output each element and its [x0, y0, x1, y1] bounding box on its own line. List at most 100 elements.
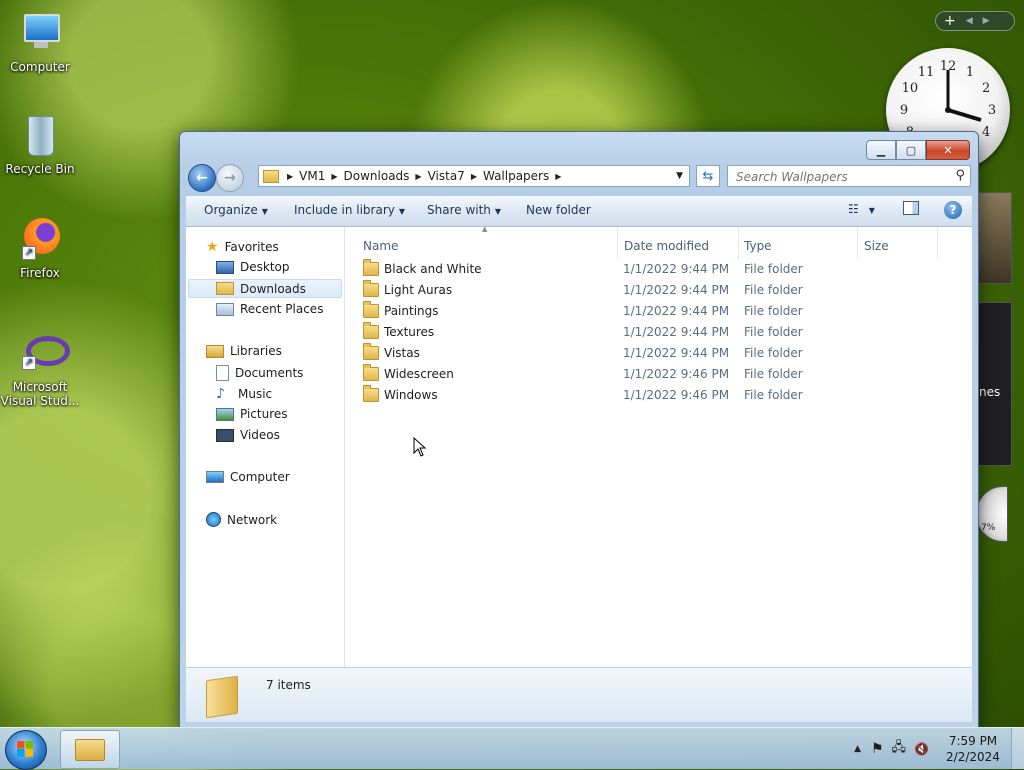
clock-time: 7:59 PM	[948, 733, 998, 748]
meter-gadget-text: 7%	[981, 523, 996, 533]
nav-computer[interactable]: Computer	[206, 470, 290, 484]
meter-gadget[interactable]: 7%	[976, 486, 1008, 542]
folder-icon	[363, 322, 379, 339]
column-header-type[interactable]: Type	[744, 239, 772, 253]
recycle-bin-icon	[16, 112, 64, 160]
breadcrumb-separator-icon[interactable]: ▶	[469, 172, 479, 181]
column-header-date-modified[interactable]: Date modified	[624, 239, 709, 253]
breadcrumb-separator-icon[interactable]: ▶	[285, 172, 295, 181]
feed-gadget[interactable]: nes	[976, 302, 1012, 466]
file-row[interactable]: Textures 1/1/2022 9:44 PM File folder	[363, 321, 963, 342]
address-bar[interactable]: ▶ VM1 ▶ Downloads ▶ Vista7 ▶ Wallpapers …	[258, 165, 690, 187]
videos-icon	[216, 428, 234, 442]
file-date: 1/1/2022 9:46 PM	[623, 367, 730, 381]
file-row[interactable]: Paintings 1/1/2022 9:44 PM File folder	[363, 300, 963, 321]
chevron-down-icon: ▼	[398, 207, 406, 216]
nav-libraries[interactable]: Libraries	[206, 344, 282, 358]
recent-places-icon	[216, 302, 234, 316]
file-row[interactable]: Vistas 1/1/2022 9:44 PM File folder	[363, 342, 963, 363]
folder-icon	[363, 301, 379, 318]
preview-pane-button[interactable]	[903, 201, 919, 218]
folder-icon	[363, 259, 379, 276]
breadcrumb-separator-icon[interactable]: ▶	[329, 172, 339, 181]
change-view-button[interactable]: ☷ ▼	[848, 202, 875, 216]
new-folder-button[interactable]: New folder	[526, 203, 591, 217]
file-date: 1/1/2022 9:44 PM	[623, 325, 730, 339]
clock-numeral: 11	[918, 65, 935, 80]
file-name: Black and White	[384, 262, 482, 276]
nav-favorites-label: Favorites	[224, 240, 279, 254]
include-in-library-button[interactable]: Include in library ▼	[294, 203, 405, 217]
column-divider[interactable]	[617, 227, 618, 259]
start-button[interactable]	[5, 730, 47, 770]
system-clock[interactable]: 7:59 PM 2/2/2024	[935, 733, 1011, 765]
details-pane: 7 items	[186, 668, 972, 722]
help-button[interactable]: ?	[944, 201, 962, 219]
minimize-button[interactable]: ▁	[866, 140, 896, 160]
breadcrumb-vista7[interactable]: Vista7	[424, 169, 469, 183]
organize-button[interactable]: Organize ▼	[204, 203, 268, 217]
network-icon[interactable]: 🖧	[892, 738, 907, 760]
computer-icon	[206, 471, 224, 483]
search-box[interactable]: ⚲	[727, 165, 971, 187]
nav-recent-places[interactable]: Recent Places	[216, 302, 323, 316]
refresh-button[interactable]: ⇆	[696, 165, 720, 187]
nav-documents[interactable]: Documents	[216, 365, 303, 381]
show-hidden-icons-icon[interactable]: ▲	[854, 744, 861, 754]
column-divider[interactable]	[738, 227, 739, 259]
file-row[interactable]: Light Auras 1/1/2022 9:44 PM File folder	[363, 279, 963, 300]
nav-videos-label: Videos	[240, 428, 280, 442]
previous-gadget-icon[interactable]: ◀	[966, 16, 973, 26]
windows-logo-icon	[17, 741, 33, 757]
view-list-icon: ☷	[848, 202, 859, 216]
add-gadget-icon[interactable]: +	[944, 13, 956, 29]
column-header-name[interactable]: Name	[363, 239, 398, 253]
navigation-pane: ★ Favorites Desktop Downloads Recent Pla…	[186, 227, 345, 667]
folder-icon	[263, 169, 279, 183]
star-icon: ★	[206, 239, 219, 255]
gadget-toolbar: + ◀ ▶	[935, 11, 1015, 31]
file-type: File folder	[744, 388, 803, 402]
back-button[interactable]: ←	[188, 164, 216, 192]
clock-numeral: 3	[988, 103, 996, 118]
breadcrumb-wallpapers[interactable]: Wallpapers	[479, 169, 553, 183]
nav-pictures[interactable]: Pictures	[216, 407, 288, 421]
file-row[interactable]: Black and White 1/1/2022 9:44 PM File fo…	[363, 258, 963, 279]
desktop-icon-visual-studio[interactable]: ↗ Microsoft Visual Stud...	[0, 330, 80, 408]
column-divider[interactable]	[857, 227, 858, 259]
column-header-size[interactable]: Size	[864, 239, 889, 253]
action-center-flag-icon[interactable]: ⚑	[871, 741, 884, 757]
file-date: 1/1/2022 9:44 PM	[623, 304, 730, 318]
column-divider[interactable]	[937, 227, 938, 259]
search-icon[interactable]: ⚲	[955, 168, 965, 183]
forward-button[interactable]: →	[216, 164, 244, 192]
documents-icon	[216, 365, 229, 381]
nav-music[interactable]: ♪ Music	[216, 386, 272, 402]
share-with-button[interactable]: Share with ▼	[427, 203, 501, 217]
close-button[interactable]: ✕	[926, 140, 970, 160]
photo-gadget[interactable]	[976, 192, 1012, 284]
desktop-icon-computer[interactable]: Computer	[0, 10, 80, 74]
address-dropdown-icon[interactable]: ▼	[676, 171, 683, 181]
nav-downloads[interactable]: Downloads	[188, 279, 342, 298]
volume-muted-icon[interactable]: 🔇	[914, 742, 929, 756]
breadcrumb-separator-icon[interactable]: ▶	[413, 172, 423, 181]
search-input[interactable]	[734, 169, 948, 185]
nav-favorites[interactable]: ★ Favorites	[206, 239, 279, 255]
file-row[interactable]: Windows 1/1/2022 9:46 PM File folder	[363, 384, 963, 405]
show-desktop-button[interactable]	[1011, 728, 1024, 769]
breadcrumb-separator-icon[interactable]: ▶	[553, 172, 563, 181]
nav-videos[interactable]: Videos	[216, 428, 280, 442]
file-row[interactable]: Widescreen 1/1/2022 9:46 PM File folder	[363, 363, 963, 384]
breadcrumb-downloads[interactable]: Downloads	[340, 169, 414, 183]
desktop-icon-firefox[interactable]: ↗ Firefox	[0, 216, 80, 280]
nav-desktop[interactable]: Desktop	[216, 260, 290, 274]
clock-numeral: 9	[900, 103, 908, 118]
maximize-button[interactable]: ▢	[896, 140, 926, 160]
desktop-icon-recycle-bin[interactable]: Recycle Bin	[0, 112, 80, 176]
breadcrumb-vm1[interactable]: VM1	[295, 169, 329, 183]
nav-network[interactable]: Network	[206, 512, 277, 527]
forward-arrow-icon: →	[224, 170, 236, 186]
next-gadget-icon[interactable]: ▶	[983, 16, 990, 26]
taskbar-explorer-button[interactable]	[60, 730, 120, 769]
